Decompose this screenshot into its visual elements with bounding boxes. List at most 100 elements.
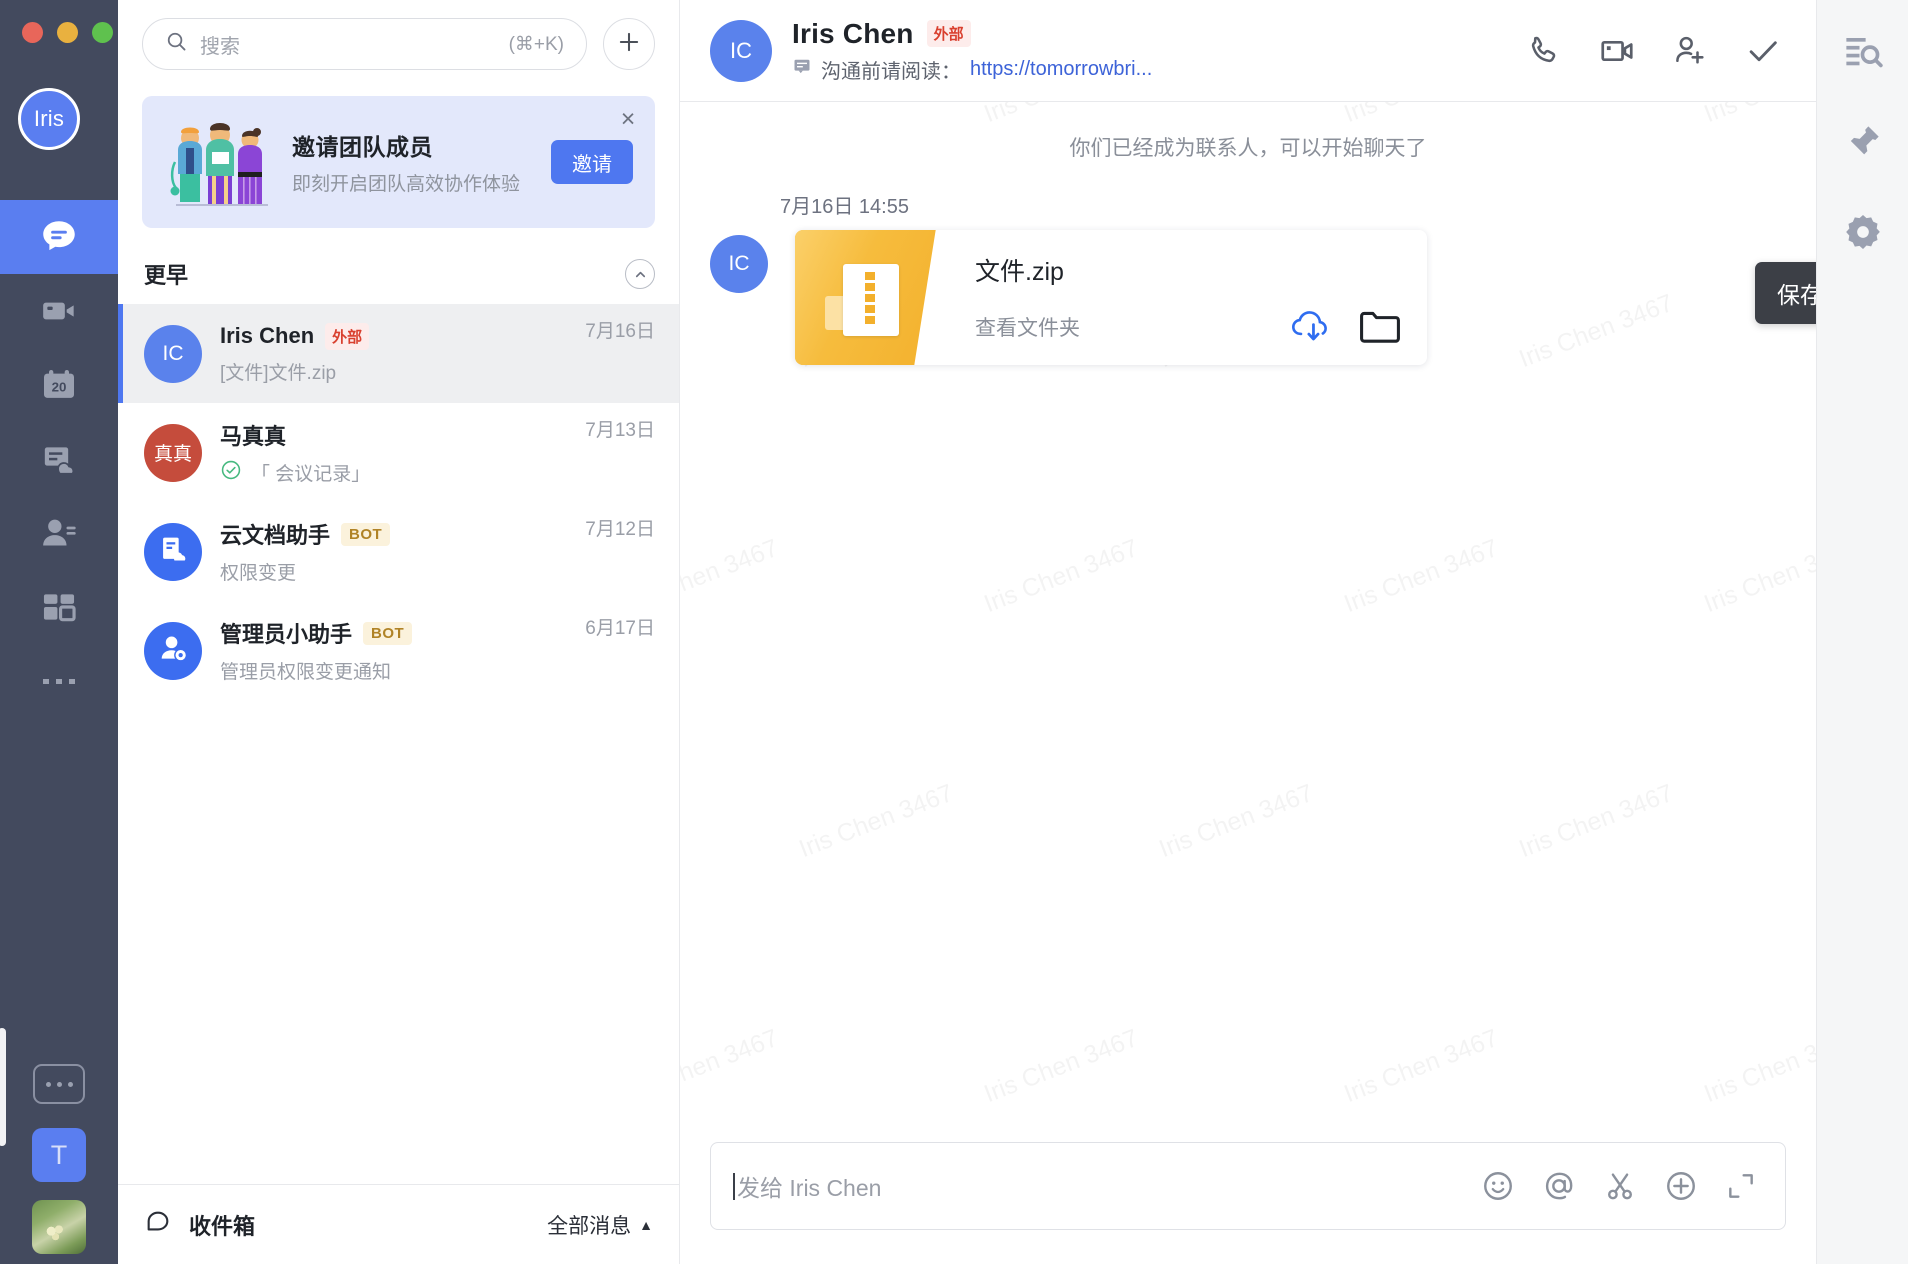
message-filter-dropdown[interactable]: 全部消息 ▲ (547, 1210, 653, 1240)
list-item-preview: 权限变更 (220, 558, 567, 585)
search-icon (165, 30, 188, 58)
avatar (144, 522, 202, 581)
task-check-icon[interactable] (1744, 32, 1782, 70)
open-folder-icon[interactable] (1359, 309, 1401, 345)
conversation-status-prefix: 沟通前请阅读： (821, 60, 961, 83)
conversation-header-text: Iris Chen 外部 沟通前请阅读： https://tomorrowbri… (792, 18, 1506, 84)
invite-subtitle: 即刻开启团队高效协作体验 (292, 174, 521, 195)
message-timestamp: 7月16日 14:55 (780, 196, 909, 218)
chat-list-top: 搜索 (⌘+K) (118, 0, 679, 70)
file-card-actions (1289, 307, 1407, 347)
list-item[interactable]: 真真 马真真 「 会议记录」 7月13日 (118, 403, 679, 502)
list-item-title-row: 云文档助手 BOT (220, 518, 567, 550)
add-attachment-icon[interactable] (1664, 1169, 1698, 1203)
avatar: 真真 (144, 423, 202, 482)
sidebar-item-video-meetings[interactable] (0, 274, 118, 348)
list-item-name: Iris Chen (220, 323, 315, 348)
invite-team-banner[interactable]: 邀请团队成员 即刻开启团队高效协作体验 邀请 × (142, 96, 655, 228)
view-folder-link[interactable]: 查看文件夹 (975, 312, 1080, 342)
message-input[interactable]: 发给 Iris Chen (710, 1142, 1786, 1230)
video-call-icon[interactable] (1598, 32, 1636, 70)
invite-text-block: 邀请团队成员 即刻开启团队高效协作体验 (292, 128, 533, 196)
chat-settings-icon[interactable] (1839, 208, 1887, 256)
list-item-preview-text: 管理员权限变更通知 (220, 662, 392, 683)
message-list: 你们已经成为联系人，可以开始聊天了 7月16日 14:55 IC 文件.zip … (680, 102, 1816, 365)
list-item-preview: 管理员权限变更通知 (220, 657, 567, 684)
svg-text:20: 20 (52, 380, 67, 395)
close-icon[interactable]: × (615, 107, 641, 134)
tooltip-save-to-cloud: 保存到云盘 (1755, 262, 1816, 324)
avatar[interactable]: IC (710, 19, 772, 82)
pin-icon[interactable] (1839, 118, 1887, 166)
status-badge: BOT (341, 522, 391, 546)
save-to-cloud-icon[interactable] (1289, 307, 1333, 347)
rail-bottom-group: T (0, 1064, 118, 1254)
chat-rows: IC Iris Chen 外部 [文件]文件.zip 7月16日 真真 马真真 … (118, 304, 679, 1184)
chat-list-panel: 搜索 (⌘+K) 邀请团队成员 即刻开启团队高效协作体验 邀请 × 更早 IC … (118, 0, 680, 1264)
chevron-up-icon[interactable] (625, 259, 655, 289)
sidebar-item-docs[interactable] (0, 422, 118, 496)
watermark-text: Iris Chen 3467 (1340, 1024, 1502, 1109)
inbox-bar: 收件箱 全部消息 ▲ (118, 1184, 679, 1264)
invite-button[interactable]: 邀请 (551, 140, 633, 184)
list-item-title-row: 马真真 (220, 419, 567, 451)
list-item-preview: [文件]文件.zip (220, 358, 567, 385)
search-input[interactable]: 搜索 (⌘+K) (142, 18, 587, 70)
expand-icon[interactable] (1725, 1170, 1757, 1202)
mention-icon[interactable] (1542, 1169, 1576, 1203)
file-message-card[interactable]: 文件.zip 查看文件夹 (795, 230, 1427, 365)
avatar[interactable]: IC (710, 235, 768, 293)
search-in-chat-icon[interactable] (1839, 28, 1887, 76)
list-item-body: Iris Chen 外部 [文件]文件.zip (220, 322, 567, 385)
watermark-text: Iris Chen 3467 (795, 779, 957, 864)
conversation-status-link[interactable]: https://tomorrowbri... (970, 58, 1152, 81)
avatar-initials: IC (730, 37, 752, 63)
current-user-initials: Iris (33, 106, 65, 131)
sidebar-item-calendar[interactable]: 20 (0, 348, 118, 422)
screenshot-scissors-icon[interactable] (1603, 1169, 1637, 1203)
emoji-icon[interactable] (1481, 1169, 1515, 1203)
invite-illustration (164, 116, 274, 208)
sidebar-item-workplace[interactable] (0, 570, 118, 644)
list-item[interactable]: 云文档助手 BOT 权限变更 7月12日 (118, 502, 679, 601)
window-minimize-button[interactable] (57, 22, 78, 43)
watermark-text: Iris Chen 3467 (1155, 779, 1317, 864)
phone-call-icon[interactable] (1526, 33, 1562, 69)
watermark-text: Iris Chen 3467 (1515, 779, 1677, 864)
file-card-body: 文件.zip 查看文件夹 (947, 230, 1427, 365)
list-item-body: 云文档助手 BOT 权限变更 (220, 518, 567, 585)
rail-nav-list: 20 (0, 200, 118, 718)
cloud-document-avatar-icon (156, 532, 190, 572)
check-circle-icon (220, 459, 242, 487)
chat-bubble-icon (38, 216, 80, 258)
inbox-entry[interactable]: 收件箱 (144, 1208, 255, 1241)
profile-thumbnail[interactable] (32, 1200, 86, 1254)
list-item-date: 7月12日 (585, 519, 655, 540)
admin-person-gear-icon (156, 631, 190, 671)
sidebar-item-messages[interactable] (0, 200, 118, 274)
watermark-text: Iris Chen 3467 (680, 534, 782, 619)
window-zoom-button[interactable] (92, 22, 113, 43)
watermark-text: Iris Chen 3467 (980, 1024, 1142, 1109)
watermark-text: Iris Chen 3467 (980, 534, 1142, 619)
sidebar-item-more-apps[interactable] (0, 644, 118, 718)
current-user-avatar[interactable]: Iris (18, 88, 80, 150)
list-item[interactable]: IC Iris Chen 外部 [文件]文件.zip 7月16日 (118, 304, 679, 403)
tenant-switch-button[interactable]: T (32, 1128, 86, 1182)
list-item-body: 管理员小助手 BOT 管理员权限变更通知 (220, 617, 567, 684)
list-item-name: 管理员小助手 (220, 622, 353, 647)
list-item[interactable]: 管理员小助手 BOT 管理员权限变更通知 6月17日 (118, 601, 679, 700)
watermark-text: Iris Chen 3467 (1700, 1024, 1816, 1109)
sidebar-item-contacts[interactable] (0, 496, 118, 570)
more-options-icon[interactable] (33, 1064, 85, 1104)
ellipsis-icon (41, 675, 77, 687)
inbox-label: 收件箱 (189, 1213, 256, 1239)
new-chat-button[interactable] (603, 18, 655, 70)
section-title-earlier: 更早 (144, 263, 189, 288)
avatar-initials: IC (162, 341, 184, 365)
status-badge: 外部 (926, 20, 971, 47)
window-close-button[interactable] (22, 22, 43, 43)
left-app-rail: Iris 20 T (0, 0, 118, 1264)
add-member-icon[interactable] (1672, 33, 1708, 69)
avatar (144, 621, 202, 680)
